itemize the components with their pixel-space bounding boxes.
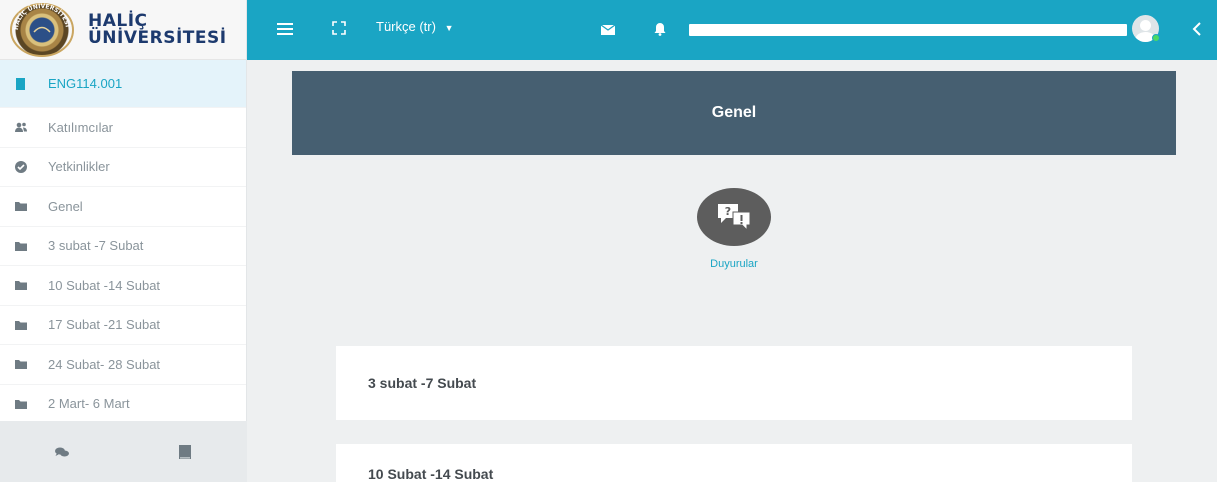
section-card-title: 3 subat -7 Subat [368,375,477,391]
sidebar-item-week-4[interactable]: 24 Subat- 28 Subat [0,345,246,385]
sidebar-item-label: Katılımcılar [48,119,114,135]
sidebar-item-label: Yetkinlikler [48,159,110,175]
sidebar-item-label: 3 subat -7 Subat [48,238,144,254]
brand-name-line2: ÜNİVERSİTESİ [88,27,227,48]
language-label: Türkçe (tr) [376,19,436,34]
sidebar-item-label: Genel [48,198,83,214]
online-status-dot [1152,34,1160,42]
sidebar-item-course[interactable]: ENG114.001 [0,60,246,108]
university-seal: HALİÇ ÜNİVERSİTESİ [10,2,74,57]
brand-name: HALİÇ ÜNİVERSİTESİ [88,10,227,48]
top-navbar: Türkçe (tr) ▼ [247,0,1217,60]
sidebar-item-week-2[interactable]: 10 Subat -14 Subat [0,266,246,306]
announcements-forum-icon[interactable]: ? [697,188,771,246]
folder-icon [14,357,28,371]
sidebar-item-label: ENG114.001 [48,76,123,91]
book-icon[interactable] [176,443,194,461]
folder-icon [14,397,28,411]
language-selector[interactable]: Türkçe (tr) ▼ [376,19,454,34]
course-nav: ENG114.001 Katılımcılar Yetkinlikler Gen… [0,60,246,424]
sidebar-footer [0,421,247,482]
section-title: Genel [711,104,757,121]
sidebar-item-general[interactable]: Genel [0,187,246,227]
sidebar-item-label: 24 Subat- 28 Subat [48,356,161,372]
section-card-title: 10 Subat -14 Subat [368,466,494,482]
sidebar-item-label: 2 Mart- 6 Mart [48,396,130,412]
sidebar-item-participants[interactable]: Katılımcılar [0,108,246,148]
section-header-general: Genel [292,71,1176,155]
folder-icon [14,318,28,332]
book-icon [14,77,28,91]
sidebar-item-week-3[interactable]: 17 Subat -21 Subat [0,306,246,345]
chevron-left-icon[interactable] [1192,21,1202,37]
section-card-week-2[interactable]: 10 Subat -14 Subat [336,444,1132,482]
fullscreen-icon[interactable] [331,20,347,36]
bell-icon[interactable] [654,22,666,36]
app-window: HALİÇ ÜNİVERSİTESİ HALİÇ ÜNİVERSİTESİ EN… [0,0,1217,482]
caret-down-icon: ▼ [444,23,454,33]
mail-icon[interactable] [601,24,615,36]
user-name-redacted[interactable] [689,24,1127,36]
sidebar: HALİÇ ÜNİVERSİTESİ HALİÇ ÜNİVERSİTESİ EN… [0,0,247,482]
brand-name-line1: HALİÇ [88,10,148,31]
avatar-head [1140,20,1151,31]
folder-icon [14,278,28,292]
sidebar-item-label: 10 Subat -14 Subat [48,277,161,293]
hamburger-menu-icon[interactable] [277,22,293,36]
sidebar-item-week-5[interactable]: 2 Mart- 6 Mart [0,385,246,424]
course-content: Genel ? Duyurular 3 subat -7 Subat 10 Su… [247,60,1217,482]
section-card-week-1[interactable]: 3 subat -7 Subat [336,346,1132,420]
users-icon [14,120,28,134]
comments-icon[interactable] [53,443,71,461]
folder-icon [14,239,28,253]
svg-text:?: ? [725,205,731,218]
sidebar-item-label: 17 Subat -21 Subat [48,317,161,333]
announcements-link[interactable]: Duyurular [684,258,784,270]
sidebar-item-week-1[interactable]: 3 subat -7 Subat [0,227,246,266]
brand-logo[interactable]: HALİÇ ÜNİVERSİTESİ HALİÇ ÜNİVERSİTESİ [0,0,246,60]
check-circle-icon [14,160,28,174]
folder-icon [14,199,28,213]
sidebar-item-competencies[interactable]: Yetkinlikler [0,148,246,187]
